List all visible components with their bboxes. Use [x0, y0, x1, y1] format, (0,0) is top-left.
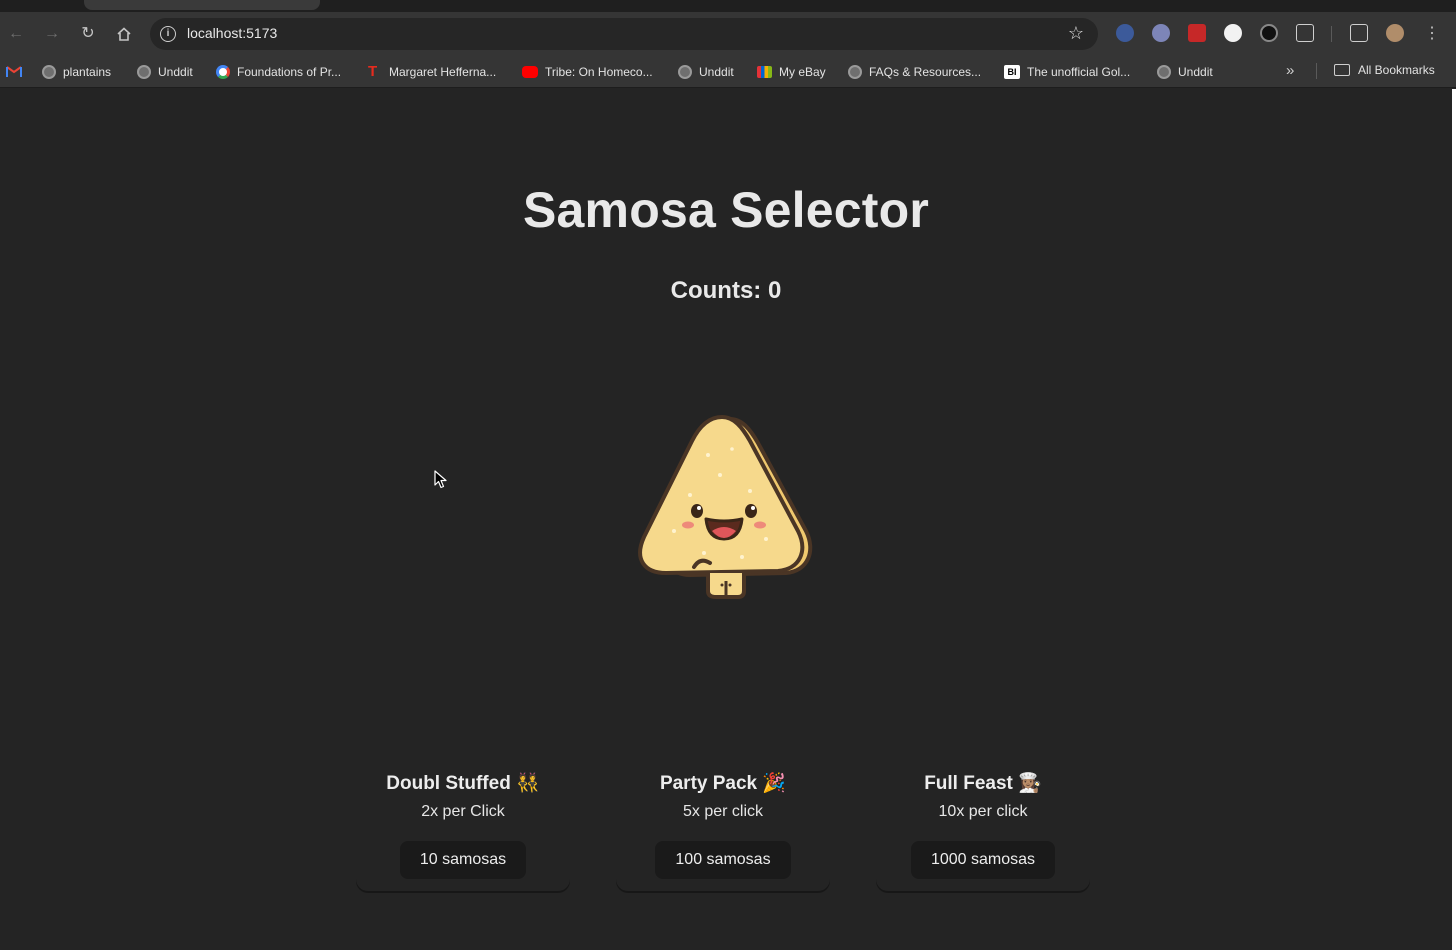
bookmark-item[interactable]: BI The unofficial Gol...: [1004, 63, 1130, 81]
counts-display: Counts: 0: [670, 277, 782, 304]
bookmark-label: Tribe: On Homeco...: [545, 65, 653, 79]
bookmark-label: Unddit: [158, 65, 193, 79]
bookmark-item[interactable]: Unddit: [137, 63, 193, 81]
globe-icon: [137, 65, 151, 79]
back-icon[interactable]: ←: [4, 22, 28, 46]
browser-toolbar: ← → ↻ i localhost:5173 ☆ ⋮: [0, 12, 1456, 56]
bookmark-item[interactable]: T Margaret Hefferna...: [368, 63, 496, 81]
menu-kebab-icon[interactable]: ⋮: [1420, 22, 1444, 46]
upgrade-rate: 10x per click: [938, 803, 1028, 820]
bookmark-item[interactable]: Unddit: [678, 63, 734, 81]
gmail-icon: [6, 66, 22, 77]
upgrade-name: Doubl Stuffed 👯: [386, 773, 540, 794]
home-icon[interactable]: [112, 22, 136, 46]
bookmarks-divider: [1316, 63, 1317, 79]
bookmarks-bar: plantains Unddit Foundations of Pr... TM…: [0, 56, 1456, 88]
forward-icon[interactable]: →: [40, 22, 64, 46]
app-page: Samosa Selector Counts: 0 Doubl Stuffed …: [0, 89, 1452, 950]
page-title: Samosa Selector: [523, 182, 929, 238]
all-bookmarks-label: All Bookmarks: [1358, 63, 1435, 77]
globe-icon: [678, 65, 692, 79]
globe-icon: [42, 65, 56, 79]
url-text[interactable]: localhost:5173: [187, 25, 277, 41]
address-bar[interactable]: i localhost:5173 ☆: [150, 18, 1098, 50]
bi-icon: BI: [1004, 65, 1020, 79]
side-panel-icon[interactable]: [1350, 24, 1368, 42]
samosa-character-icon: [638, 415, 813, 599]
ted-icon: T: [368, 63, 378, 80]
bookmark-item[interactable]: My eBay: [757, 63, 826, 81]
extension-4-icon[interactable]: [1224, 24, 1242, 42]
bookmark-label: Foundations of Pr...: [237, 65, 342, 79]
extension-2-icon[interactable]: [1152, 24, 1170, 42]
profile-avatar[interactable]: [1386, 24, 1404, 42]
buy-party-pack-button[interactable]: 100 samosas: [655, 841, 791, 879]
bookmark-label: The unofficial Gol...: [1027, 65, 1131, 79]
upgrade-rate: 2x per Click: [421, 803, 505, 820]
upgrade-name: Party Pack 🎉: [659, 773, 787, 794]
bookmark-label: FAQs & Resources...: [869, 65, 982, 79]
active-tab[interactable]: [84, 0, 320, 10]
tab-strip: [0, 0, 1456, 12]
upgrade-card-full-feast: Full Feast 👩🏽‍🍳 10x per click 1000 samos…: [876, 761, 1090, 891]
bookmark-item[interactable]: FAQs & Resources...: [848, 63, 981, 81]
ebay-icon: [757, 66, 772, 78]
bookmark-label: plantains: [63, 65, 112, 79]
extension-1-icon[interactable]: [1116, 24, 1134, 42]
globe-icon: [1157, 65, 1171, 79]
upgrade-rate: 5x per click: [682, 803, 764, 820]
gmail-bookmark[interactable]: [6, 63, 22, 81]
extensions-puzzle-icon[interactable]: [1296, 24, 1314, 42]
upgrade-card-doubl-stuffed: Doubl Stuffed 👯 2x per Click 10 samosas: [356, 761, 570, 891]
window-edge: [1452, 89, 1456, 950]
upgrade-name: Full Feast 👩🏽‍🍳: [924, 773, 1042, 794]
extension-3-icon[interactable]: [1188, 24, 1206, 42]
bookmark-item[interactable]: Foundations of Pr...: [216, 63, 341, 81]
globe-icon: [848, 65, 862, 79]
reload-icon[interactable]: ↻: [76, 22, 100, 46]
all-bookmarks-button[interactable]: All Bookmarks: [1334, 63, 1435, 77]
buy-doubl-stuffed-button[interactable]: 10 samosas: [399, 841, 527, 879]
extension-5-icon[interactable]: [1260, 24, 1278, 42]
mouse-cursor-icon: [434, 470, 447, 489]
bookmark-label: My eBay: [779, 65, 826, 79]
buy-full-feast-button[interactable]: 1000 samosas: [910, 841, 1056, 879]
bookmark-label: Margaret Hefferna...: [389, 65, 497, 79]
google-icon: [216, 65, 230, 79]
bookmark-label: Unddit: [1178, 65, 1213, 79]
samosa-click-button[interactable]: [630, 411, 820, 611]
bookmark-item[interactable]: plantains: [42, 63, 111, 81]
bookmark-item[interactable]: Unddit: [1157, 63, 1213, 81]
bookmark-item[interactable]: Tribe: On Homeco...: [522, 63, 653, 81]
site-info-icon[interactable]: i: [160, 26, 176, 42]
more-bookmarks-chevron-icon[interactable]: »: [1286, 62, 1294, 79]
youtube-icon: [522, 66, 538, 78]
bookmark-star-icon[interactable]: ☆: [1068, 23, 1084, 44]
folder-icon: [1334, 64, 1350, 76]
bookmark-label: Unddit: [699, 65, 734, 79]
upgrade-card-party-pack: Party Pack 🎉 5x per click 100 samosas: [616, 761, 830, 891]
toolbar-divider: [1331, 26, 1332, 42]
